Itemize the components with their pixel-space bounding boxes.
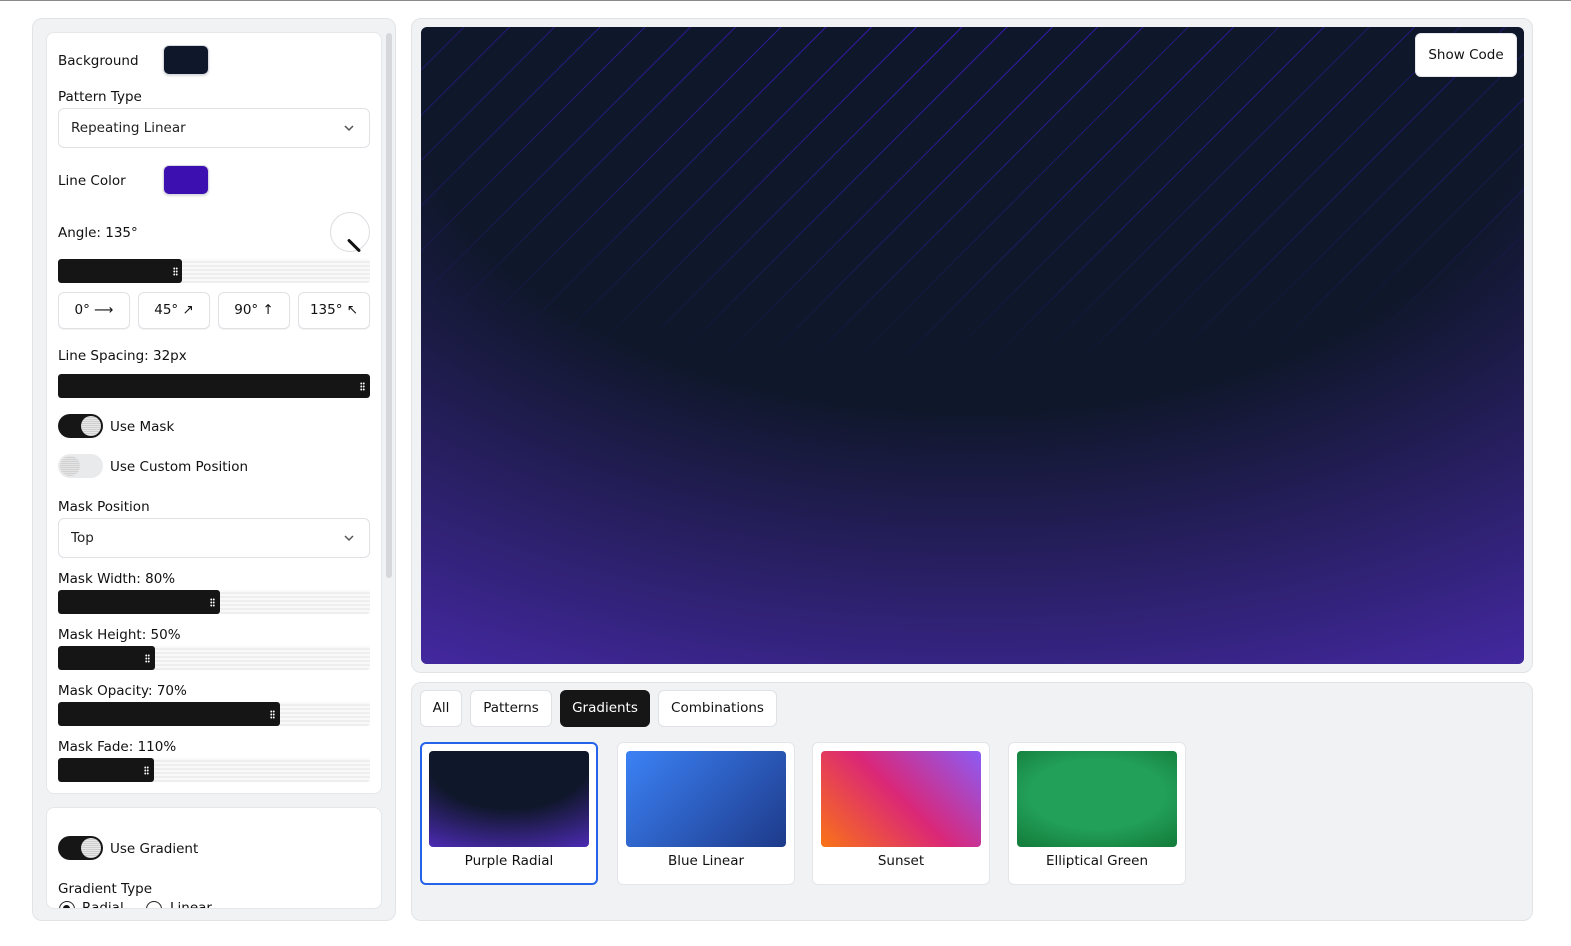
mask-width-label: Mask Width: 80%	[58, 571, 176, 587]
use-custom-position-toggle[interactable]	[58, 454, 103, 478]
mask-height-slider-fill	[58, 646, 155, 670]
tab-all[interactable]: All	[420, 690, 462, 727]
mask-fade-slider-fill	[58, 758, 154, 782]
preset-name: Purple Radial	[464, 853, 554, 869]
pattern-type-label: Pattern Type	[58, 89, 142, 105]
background-label: Background	[58, 53, 139, 69]
mask-opacity-label: Mask Opacity: 70%	[58, 683, 187, 699]
background-color-swatch[interactable]	[163, 45, 209, 75]
gradient-type-radial-label: Radial	[82, 900, 124, 909]
line-spacing-slider[interactable]	[58, 374, 370, 398]
angle-preset-45-button[interactable]: 45° ↗	[138, 292, 210, 329]
show-code-button[interactable]: Show Code	[1415, 33, 1517, 77]
mask-position-select[interactable]: Top	[58, 518, 370, 558]
use-gradient-toggle[interactable]	[58, 836, 103, 860]
mask-height-slider-handle[interactable]	[145, 654, 150, 663]
mask-height-slider[interactable]	[58, 646, 370, 670]
preset-card-sunset[interactable]: Sunset	[812, 742, 990, 885]
gradient-type-label: Gradient Type	[58, 881, 153, 897]
preset-name: Blue Linear	[667, 853, 745, 869]
angle-preset-0-button[interactable]: 0° ⟶	[58, 292, 130, 329]
tab-gradients[interactable]: Gradients	[560, 690, 650, 727]
mask-fade-slider[interactable]	[58, 758, 370, 782]
angle-preset-90-button[interactable]: 90° ↑	[218, 292, 290, 329]
angle-slider-fill	[58, 259, 182, 283]
mask-position-label: Mask Position	[58, 499, 150, 515]
angle-label: Angle: 135°	[58, 225, 138, 241]
mask-width-slider[interactable]	[58, 590, 370, 614]
preview-gradient-overlay	[421, 27, 1524, 664]
angle-slider[interactable]	[58, 259, 370, 283]
line-spacing-label: Line Spacing: 32px	[58, 348, 187, 364]
mask-opacity-slider-fill	[58, 702, 280, 726]
use-mask-toggle[interactable]	[58, 414, 103, 438]
preset-thumbnail	[1017, 751, 1177, 847]
use-mask-label: Use Mask	[110, 419, 175, 435]
mask-height-label: Mask Height: 50%	[58, 627, 181, 643]
mask-opacity-slider-handle[interactable]	[270, 710, 275, 719]
pattern-type-select[interactable]: Repeating Linear	[58, 108, 370, 148]
presets-panel: All Patterns Gradients Combinations Purp…	[411, 682, 1533, 921]
controls-scrollbar[interactable]	[386, 33, 392, 578]
toggle-knob	[81, 416, 101, 436]
mask-opacity-slider[interactable]	[58, 702, 370, 726]
preset-thumbnail	[429, 751, 589, 847]
mask-width-slider-handle[interactable]	[210, 598, 215, 607]
line-spacing-slider-handle[interactable]	[360, 382, 365, 391]
line-color-label: Line Color	[58, 173, 126, 189]
gradient-type-linear-label: Linear	[170, 900, 212, 909]
preset-thumbnail	[821, 751, 981, 847]
angle-preset-135-button[interactable]: 135° ↖	[298, 292, 370, 329]
preset-card-purple-radial[interactable]: Purple Radial	[420, 742, 598, 885]
tab-combinations[interactable]: Combinations	[658, 690, 777, 727]
preview-panel: Show Code	[411, 18, 1533, 673]
controls-panel: Background Pattern Type Repeating Linear…	[32, 18, 396, 921]
tab-patterns[interactable]: Patterns	[470, 690, 552, 727]
mask-width-slider-fill	[58, 590, 220, 614]
preset-thumbnail	[626, 751, 786, 847]
mask-fade-slider-handle[interactable]	[144, 766, 149, 775]
preset-name: Sunset	[877, 853, 925, 869]
gradient-settings-card: Use Gradient Gradient Type Radial Linear	[46, 807, 382, 909]
angle-dial[interactable]	[330, 212, 370, 253]
preset-card-blue-linear[interactable]: Blue Linear	[617, 742, 795, 885]
use-custom-position-label: Use Custom Position	[110, 459, 249, 475]
line-spacing-slider-fill	[58, 374, 370, 398]
gradient-type-radial-radio[interactable]	[59, 901, 75, 908]
background-preview: Show Code	[421, 27, 1524, 664]
pattern-type-value: Repeating Linear	[71, 120, 186, 136]
preset-card-elliptical-green[interactable]: Elliptical Green	[1008, 742, 1186, 885]
gradient-type-linear-radio[interactable]	[146, 901, 162, 908]
chevron-down-icon	[344, 125, 354, 132]
chevron-down-icon	[344, 535, 354, 542]
toggle-knob	[60, 456, 80, 476]
angle-dial-needle	[346, 238, 362, 253]
angle-slider-handle[interactable]	[173, 267, 178, 276]
pattern-settings-card: Background Pattern Type Repeating Linear…	[46, 32, 382, 794]
use-gradient-label: Use Gradient	[110, 841, 199, 857]
mask-fade-label: Mask Fade: 110%	[58, 739, 177, 755]
mask-position-value: Top	[71, 530, 94, 546]
preset-name: Elliptical Green	[1045, 853, 1148, 869]
toggle-knob	[81, 838, 101, 858]
line-color-swatch[interactable]	[163, 165, 209, 195]
